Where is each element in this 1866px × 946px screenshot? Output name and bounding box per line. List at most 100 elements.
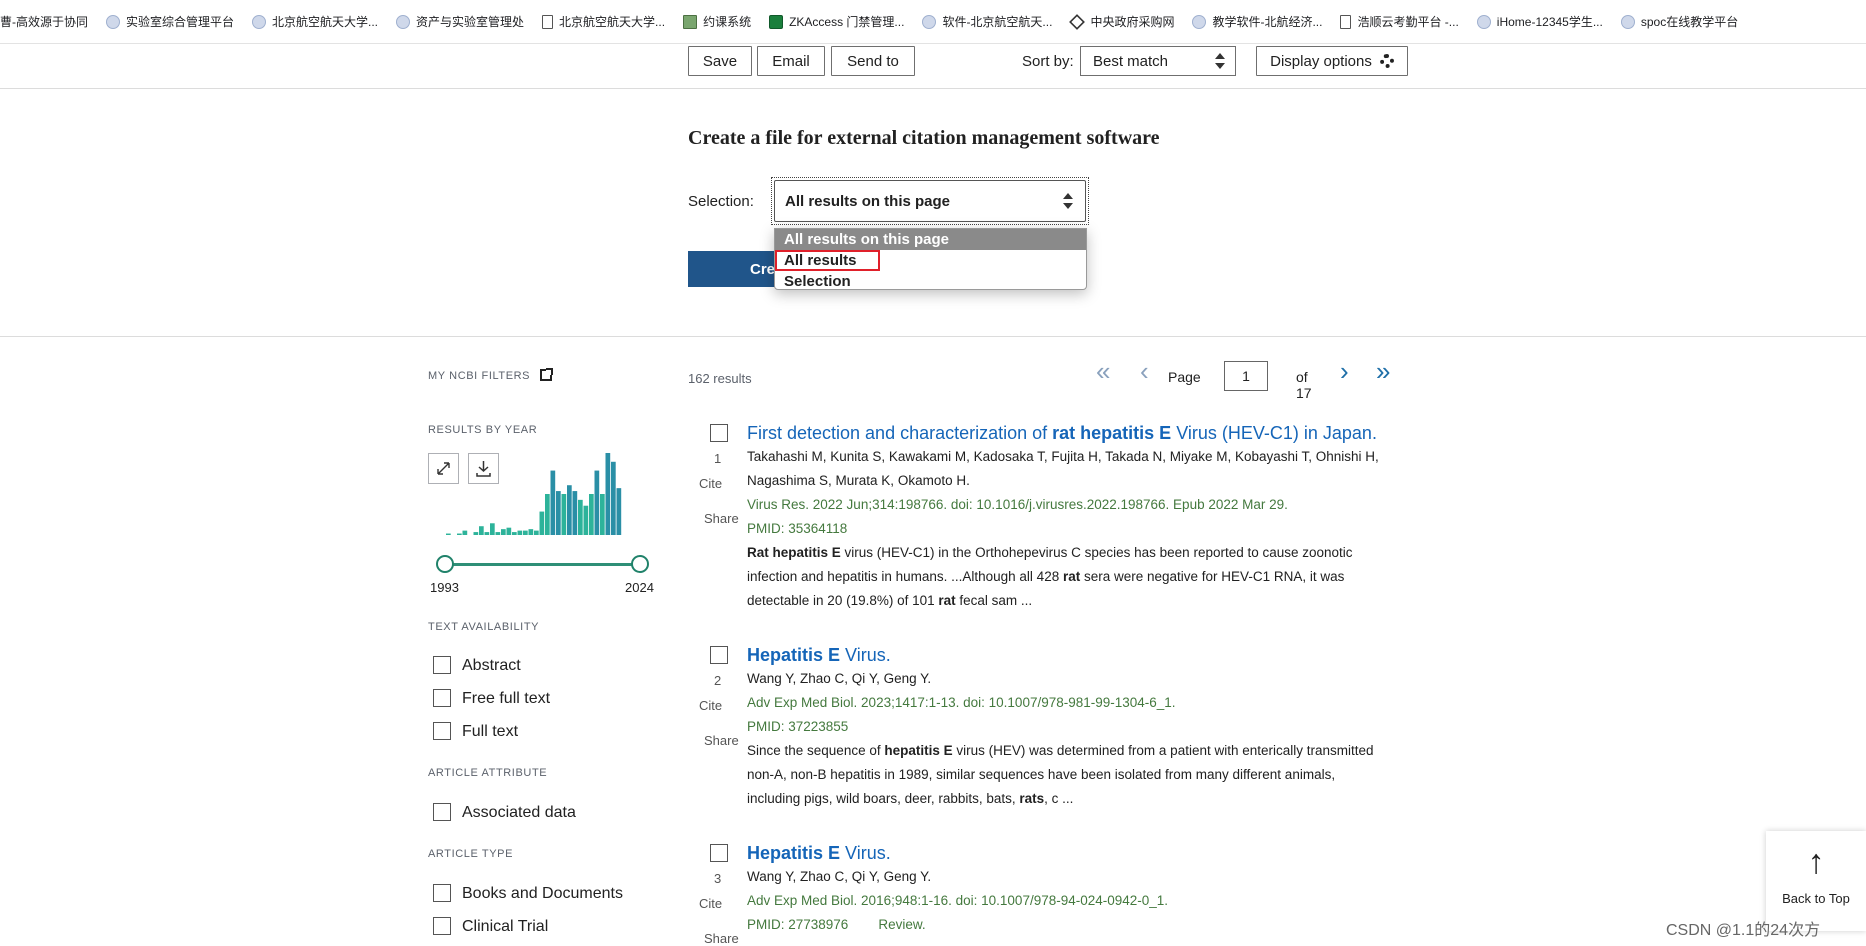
globe-icon <box>1620 14 1635 29</box>
bookmark-label: 曹-高效源于协同 <box>0 15 88 29</box>
bookmark-item[interactable]: 实验室综合管理平台 <box>106 13 234 30</box>
year-bar[interactable] <box>567 485 572 535</box>
result-checkbox[interactable] <box>710 424 728 442</box>
option-selection[interactable]: Selection <box>775 271 1086 289</box>
title-text: First detection and characterization of <box>747 423 1053 443</box>
associated-data-checkbox[interactable] <box>433 803 451 821</box>
text-availability-heading: TEXT AVAILABILITY <box>428 621 540 633</box>
next-page-icon[interactable]: › <box>1340 356 1349 387</box>
year-bar[interactable] <box>484 532 490 535</box>
share-button[interactable]: Share <box>704 931 739 946</box>
last-page-icon[interactable]: » <box>1376 356 1390 387</box>
my-ncbi-filters[interactable]: MY NCBI FILTERS <box>428 368 553 382</box>
result-title-link[interactable]: First detection and characterization of … <box>747 423 1377 444</box>
display-options-button[interactable]: Display options <box>1256 46 1408 76</box>
bookmark-label: 北京航空航天大学... <box>272 15 379 29</box>
year-bar[interactable] <box>605 453 611 535</box>
year-bar[interactable] <box>462 530 468 535</box>
bookmark-label: 软件-北京航空航天... <box>942 15 1053 29</box>
year-bar[interactable] <box>556 491 561 535</box>
selection-select[interactable]: All results on this page <box>771 177 1089 225</box>
title-text: Virus (HEV-C1) in Japan. <box>1171 423 1377 443</box>
result-checkbox[interactable] <box>710 844 728 862</box>
year-bar[interactable] <box>539 511 545 535</box>
cite-button[interactable]: Cite <box>699 896 722 911</box>
first-page-icon[interactable]: « <box>1096 356 1110 387</box>
clinical-trial-checkbox[interactable] <box>433 917 451 935</box>
books-documents-checkbox[interactable] <box>433 884 451 902</box>
bookmark-item[interactable]: 软件-北京航空航天... <box>922 13 1052 30</box>
bookmark-item[interactable]: 教学软件-北航经济... <box>1192 13 1322 30</box>
year-bar[interactable] <box>578 499 583 535</box>
result-checkbox[interactable] <box>710 646 728 664</box>
year-bar[interactable] <box>589 494 594 535</box>
results-by-year-chart[interactable] <box>428 447 658 537</box>
page-total: of 17 <box>1296 369 1312 401</box>
result-number: 1 <box>714 451 722 466</box>
save-button[interactable]: Save <box>688 46 752 76</box>
year-bar[interactable] <box>545 494 550 535</box>
year-bar[interactable] <box>572 491 578 535</box>
result-pmid: PMID: 35364118 <box>747 521 848 536</box>
year-start-handle[interactable] <box>436 555 454 573</box>
year-bar[interactable] <box>616 488 622 535</box>
send-to-button[interactable]: Send to <box>831 46 915 76</box>
year-bar[interactable] <box>446 533 451 535</box>
share-button[interactable]: Share <box>704 733 739 748</box>
year-bar[interactable] <box>473 532 479 535</box>
year-bar[interactable] <box>457 533 462 535</box>
free-full-text-checkbox[interactable] <box>433 689 451 707</box>
sort-select[interactable]: Best match <box>1080 46 1236 76</box>
results-by-year-heading: RESULTS BY YEAR <box>428 424 538 436</box>
year-start-label: 1993 <box>430 580 459 595</box>
share-button[interactable]: Share <box>704 511 739 526</box>
year-bar[interactable] <box>517 530 523 535</box>
bookmark-item[interactable]: 曹-高效源于协同 <box>0 13 88 30</box>
back-to-top-label: Back to Top <box>1782 891 1850 906</box>
year-bar[interactable] <box>550 470 556 535</box>
year-bar[interactable] <box>479 526 484 535</box>
gear-icon <box>1379 54 1394 68</box>
result-snippet: Rat hepatitis E virus (HEV-C1) in the Or… <box>747 545 1353 608</box>
bookmark-item[interactable]: 浩顺云考勤平台 -... <box>1340 13 1459 30</box>
year-bar[interactable] <box>594 470 600 535</box>
year-bar[interactable] <box>583 505 589 535</box>
title-highlight: rat hepatitis E <box>1052 423 1172 443</box>
result-title-link[interactable]: Hepatitis E Virus. <box>747 645 891 666</box>
bookmark-label: iHome-12345学生... <box>1496 15 1603 29</box>
books-documents-label: Books and Documents <box>462 885 623 902</box>
year-bar[interactable] <box>506 527 512 535</box>
year-bar[interactable] <box>495 532 501 535</box>
year-bar[interactable] <box>534 530 539 535</box>
year-bar[interactable] <box>512 532 517 535</box>
bookmark-item[interactable]: 北京航空航天大学... <box>542 13 665 30</box>
page-number-input[interactable]: 1 <box>1224 361 1268 391</box>
bookmark-item[interactable]: 资产与实验室管理处 <box>396 13 524 30</box>
bookmark-item[interactable]: iHome-12345学生... <box>1476 13 1603 30</box>
option-all-results[interactable]: All results <box>775 250 880 271</box>
my-filters-label: MY NCBI FILTERS <box>428 370 531 382</box>
arrow-up-icon: ↑ <box>1807 843 1825 881</box>
year-bar[interactable] <box>611 461 616 535</box>
year-bar[interactable] <box>561 494 567 535</box>
full-text-checkbox[interactable] <box>433 722 451 740</box>
bookmark-item[interactable]: ZKAccess 门禁管理... <box>769 13 904 30</box>
year-end-handle[interactable] <box>631 555 649 573</box>
bookmark-item[interactable]: 北京航空航天大学... <box>252 13 378 30</box>
year-bar[interactable] <box>523 530 528 535</box>
option-all-on-page[interactable]: All results on this page <box>775 229 1086 250</box>
bookmark-item[interactable]: 中央政府采购网 <box>1069 13 1174 30</box>
external-link-icon <box>539 368 553 381</box>
bookmark-item[interactable]: spoc在线教学平台 <box>1620 13 1738 30</box>
cite-button[interactable]: Cite <box>699 476 722 491</box>
year-bar[interactable] <box>600 494 605 535</box>
abstract-checkbox[interactable] <box>433 656 451 674</box>
year-bar[interactable] <box>490 523 495 535</box>
cite-button[interactable]: Cite <box>699 698 722 713</box>
email-button[interactable]: Email <box>757 46 825 76</box>
prev-page-icon[interactable]: ‹ <box>1140 356 1149 387</box>
bookmark-item[interactable]: 约课系统 <box>683 13 751 30</box>
year-bar[interactable] <box>501 529 506 535</box>
year-bar[interactable] <box>528 529 534 535</box>
result-title-link[interactable]: Hepatitis E Virus. <box>747 843 891 864</box>
